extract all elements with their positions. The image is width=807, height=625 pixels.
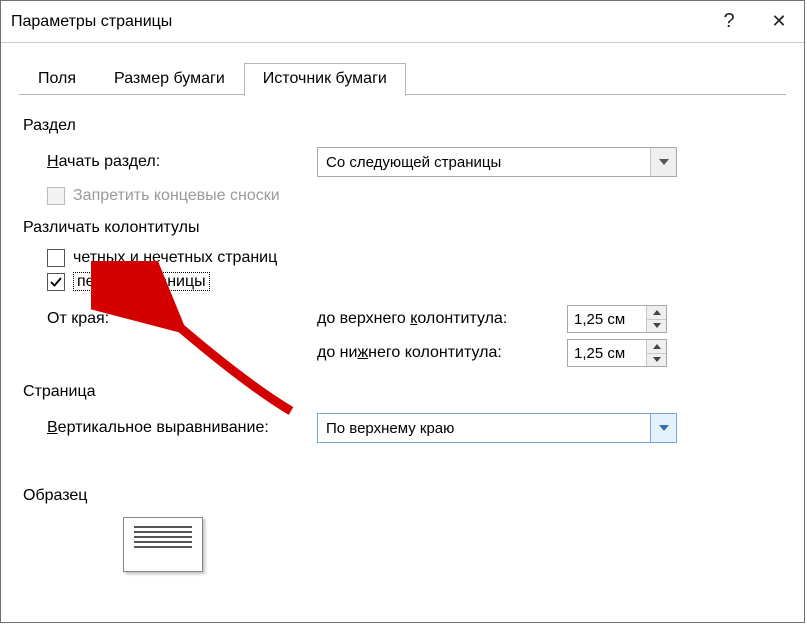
from-edge-row-2: до нижнего колонтитула: 1,25 см	[23, 339, 782, 367]
tab-paper-size[interactable]: Размер бумаги	[95, 63, 244, 96]
tabstrip: Поля Размер бумаги Источник бумаги	[1, 43, 804, 95]
odd-even-row: четных и нечетных страниц	[23, 249, 782, 267]
from-edge-label: От края:	[47, 310, 317, 328]
footer-distance-value: 1,25 см	[568, 340, 646, 366]
header-distance-value: 1,25 см	[568, 306, 646, 332]
close-icon: ✕	[771, 11, 786, 32]
tab-label: Поля	[38, 70, 76, 87]
spinner-up-button[interactable]	[647, 340, 666, 354]
valign-combo[interactable]: По верхнему краю	[317, 413, 677, 443]
group-preview-title: Образец	[23, 487, 782, 505]
valign-row: Вертикальное выравнивание: По верхнему к…	[23, 413, 782, 443]
suppress-endnotes-row: Запретить концевые сноски	[23, 187, 782, 205]
suppress-endnotes-checkbox: Запретить концевые сноски	[47, 187, 280, 205]
footer-distance-label: до нижнего колонтитула:	[317, 344, 567, 362]
help-button[interactable]: ?	[704, 1, 754, 43]
chevron-down-icon	[650, 414, 676, 442]
odd-even-label: четных и нечетных страниц	[73, 249, 277, 267]
group-headers-title: Различать колонтитулы	[23, 219, 782, 237]
section-start-combo[interactable]: Со следующей страницы	[317, 147, 677, 177]
check-icon	[50, 276, 62, 288]
tab-label: Размер бумаги	[114, 70, 225, 87]
dialog-body: Раздел Начать раздел: Со следующей стран…	[1, 95, 804, 572]
checkbox-box	[47, 249, 65, 267]
checkbox-box	[47, 273, 65, 291]
section-start-label: Начать раздел:	[47, 153, 317, 171]
close-button[interactable]: ✕	[754, 1, 804, 43]
chevron-down-icon	[650, 148, 676, 176]
first-page-row: первой страницы	[23, 273, 782, 291]
first-page-label: первой страницы	[73, 273, 210, 291]
valign-label: Вертикальное выравнивание:	[47, 419, 317, 437]
window-title: Параметры страницы	[11, 13, 704, 31]
spinner-buttons	[646, 306, 666, 332]
suppress-endnotes-label: Запретить концевые сноски	[73, 187, 280, 205]
tab-margins[interactable]: Поля	[19, 63, 95, 96]
help-icon: ?	[723, 10, 734, 33]
checkbox-box	[47, 187, 65, 205]
header-distance-label: до верхнего колонтитула:	[317, 310, 567, 328]
spinner-down-button[interactable]	[647, 320, 666, 333]
footer-distance-spinner[interactable]: 1,25 см	[567, 339, 667, 367]
spinner-down-button[interactable]	[647, 354, 666, 367]
tab-paper-source[interactable]: Источник бумаги	[244, 63, 406, 96]
section-start-row: Начать раздел: Со следующей страницы	[23, 147, 782, 177]
odd-even-checkbox[interactable]: четных и нечетных страниц	[47, 249, 277, 267]
page-setup-dialog: Параметры страницы ? ✕ Поля Размер бумаг…	[0, 0, 805, 623]
header-distance-spinner[interactable]: 1,25 см	[567, 305, 667, 333]
valign-value: По верхнему краю	[318, 420, 650, 437]
spinner-buttons	[646, 340, 666, 366]
from-edge-row-1: От края: до верхнего колонтитула: 1,25 с…	[23, 305, 782, 333]
preview-thumbnail	[123, 517, 203, 572]
first-page-checkbox[interactable]: первой страницы	[47, 273, 210, 291]
spinner-up-button[interactable]	[647, 306, 666, 320]
section-start-value: Со следующей страницы	[318, 154, 650, 171]
group-section-title: Раздел	[23, 117, 782, 135]
group-page-title: Страница	[23, 383, 782, 401]
titlebar: Параметры страницы ? ✕	[1, 1, 804, 43]
tab-label: Источник бумаги	[263, 70, 387, 87]
